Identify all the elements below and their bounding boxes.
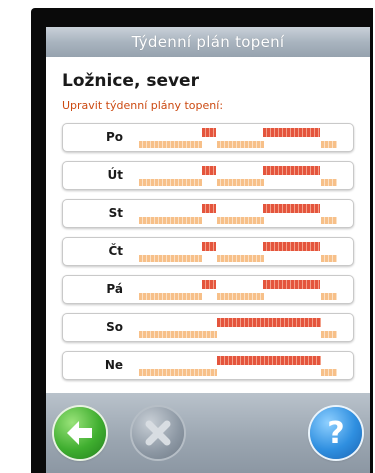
day-label: Po [105, 130, 123, 144]
economy-temperature-segment [217, 255, 264, 262]
economy-temperature-segment [217, 179, 264, 186]
schedule-bar [139, 203, 343, 224]
bottom-toolbar: ? [46, 393, 370, 473]
app-screen: Týdenní plán topení Ložnice, sever Uprav… [46, 27, 370, 473]
economy-temperature-segment [321, 179, 337, 186]
economy-temperature-segment [321, 369, 337, 376]
comfort-temperature-segment [217, 318, 321, 327]
title-bar: Týdenní plán topení [46, 27, 370, 57]
comfort-temperature-segment [263, 280, 320, 289]
day-label: Čt [108, 244, 123, 258]
comfort-temperature-segment [263, 204, 320, 213]
economy-temperature-segment [321, 255, 337, 262]
day-label: Ne [104, 358, 123, 372]
comfort-temperature-segment [263, 242, 320, 251]
day-row[interactable]: Út [62, 161, 354, 190]
back-button[interactable] [54, 407, 106, 459]
help-button[interactable]: ? [310, 407, 362, 459]
economy-temperature-segment [139, 331, 217, 338]
economy-temperature-segment [139, 369, 217, 376]
economy-temperature-segment [321, 331, 337, 338]
day-row[interactable]: Pá [62, 275, 354, 304]
schedule-bar [139, 127, 343, 148]
day-label: So [106, 320, 123, 334]
svg-text:?: ? [327, 416, 344, 451]
cancel-button[interactable] [132, 407, 184, 459]
comfort-temperature-segment [202, 166, 216, 175]
window-title: Týdenní plán topení [131, 33, 285, 51]
schedule-bar [139, 241, 343, 262]
comfort-temperature-segment [202, 242, 216, 251]
schedule-bar [139, 355, 343, 376]
economy-temperature-segment [139, 255, 202, 262]
comfort-temperature-segment [202, 280, 216, 289]
schedule-bar [139, 279, 343, 300]
room-name: Ložnice, sever [62, 71, 199, 91]
economy-temperature-segment [217, 293, 264, 300]
economy-temperature-segment [139, 293, 202, 300]
economy-temperature-segment [139, 179, 202, 186]
day-row[interactable]: Čt [62, 237, 354, 266]
day-row[interactable]: St [62, 199, 354, 228]
economy-temperature-segment [321, 141, 337, 148]
economy-temperature-segment [217, 217, 264, 224]
day-schedule-list: Po Út St Čt Pá So Ne [62, 123, 354, 389]
day-row[interactable]: Po [62, 123, 354, 152]
schedule-bar [139, 165, 343, 186]
comfort-temperature-segment [263, 128, 320, 137]
day-label: Út [107, 168, 123, 182]
schedule-bar [139, 317, 343, 338]
comfort-temperature-segment [217, 356, 321, 365]
comfort-temperature-segment [202, 128, 216, 137]
question-icon: ? [327, 416, 344, 451]
arrow-left-icon [67, 421, 92, 445]
economy-temperature-segment [321, 217, 337, 224]
economy-temperature-segment [139, 217, 202, 224]
day-label: Pá [106, 282, 123, 296]
close-icon [145, 420, 171, 446]
day-row[interactable]: So [62, 313, 354, 342]
day-row[interactable]: Ne [62, 351, 354, 380]
economy-temperature-segment [217, 141, 264, 148]
comfort-temperature-segment [263, 166, 320, 175]
economy-temperature-segment [139, 141, 202, 148]
instruction-text: Upravit týdenní plány topení: [62, 99, 224, 112]
day-label: St [108, 206, 123, 220]
economy-temperature-segment [321, 293, 337, 300]
comfort-temperature-segment [202, 204, 216, 213]
